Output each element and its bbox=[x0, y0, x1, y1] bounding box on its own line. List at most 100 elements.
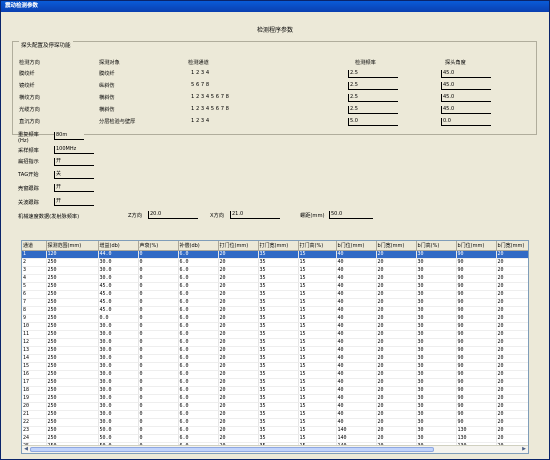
table-cell[interactable]: 40 bbox=[336, 290, 377, 299]
column-header[interactable]: 通道 bbox=[22, 241, 47, 251]
table-cell[interactable]: 35 bbox=[258, 314, 299, 323]
table-cell[interactable]: 45.0 bbox=[98, 290, 139, 299]
table-cell[interactable]: 30 bbox=[416, 258, 457, 267]
table-cell[interactable]: 250 bbox=[46, 258, 99, 267]
table-cell[interactable]: 90 bbox=[456, 306, 497, 315]
table-cell[interactable]: 6.0 bbox=[178, 370, 219, 379]
table-cell[interactable]: 20 bbox=[496, 282, 528, 291]
table-cell[interactable]: 0 bbox=[138, 434, 179, 443]
table-cell[interactable]: 35 bbox=[258, 362, 299, 371]
scan-field[interactable]: 开 bbox=[54, 184, 94, 192]
table-cell[interactable]: 30.0 bbox=[98, 394, 139, 403]
table-cell[interactable]: 20 bbox=[496, 402, 528, 411]
table-cell[interactable]: 15 bbox=[298, 266, 337, 275]
table-cell[interactable]: 250 bbox=[46, 282, 99, 291]
table-cell[interactable]: 40 bbox=[336, 410, 377, 419]
table-cell[interactable]: 20 bbox=[376, 386, 417, 395]
table-cell[interactable]: 20 bbox=[496, 426, 528, 435]
table-cell[interactable]: 45.0 bbox=[98, 306, 139, 315]
table-row[interactable]: 1125030.006.020351540203090201 bbox=[22, 330, 528, 339]
table-cell[interactable]: 35 bbox=[258, 354, 299, 363]
table-cell[interactable]: 6.0 bbox=[178, 306, 219, 315]
table-cell[interactable]: 35 bbox=[258, 282, 299, 291]
table-cell[interactable]: 15 bbox=[298, 410, 337, 419]
x-field[interactable]: 21.0 bbox=[230, 211, 280, 219]
table-cell[interactable]: 0 bbox=[138, 426, 179, 435]
table-cell[interactable]: 20 bbox=[496, 266, 528, 275]
table-cell[interactable]: 40 bbox=[336, 370, 377, 379]
table-row[interactable]: 1725030.006.020351540203090201 bbox=[22, 378, 528, 387]
table-cell[interactable]: 6.0 bbox=[178, 362, 219, 371]
probe-row-frequency[interactable]: 2.5 bbox=[348, 70, 398, 78]
table-cell[interactable]: 6.0 bbox=[178, 346, 219, 355]
table-cell[interactable]: 30 bbox=[416, 290, 457, 299]
table-cell[interactable]: 35 bbox=[258, 386, 299, 395]
table-row[interactable]: 1425030.006.020351540203090201 bbox=[22, 354, 528, 363]
table-cell[interactable]: 22 bbox=[22, 418, 47, 427]
table-cell[interactable]: 140 bbox=[336, 434, 377, 443]
table-row[interactable]: 525045.006.020351540203090201 bbox=[22, 282, 528, 291]
probe-row-frequency[interactable]: 2.5 bbox=[348, 82, 398, 90]
table-cell[interactable]: 20 bbox=[496, 354, 528, 363]
table-cell[interactable]: 90 bbox=[456, 282, 497, 291]
table-cell[interactable]: 40 bbox=[336, 394, 377, 403]
table-cell[interactable]: 90 bbox=[456, 346, 497, 355]
table-cell[interactable]: 30 bbox=[416, 322, 457, 331]
table-cell[interactable]: 35 bbox=[258, 274, 299, 283]
table-cell[interactable]: 30.0 bbox=[98, 258, 139, 267]
pitch-field[interactable]: 50.0 bbox=[329, 211, 373, 219]
table-cell[interactable]: 6.0 bbox=[178, 266, 219, 275]
table-cell[interactable]: 9 bbox=[22, 314, 47, 323]
table-cell[interactable]: 6.0 bbox=[178, 378, 219, 387]
table-row[interactable]: 92500.006.020351540203090201 bbox=[22, 314, 528, 323]
tag-field[interactable]: 关 bbox=[54, 171, 94, 179]
table-cell[interactable]: 30 bbox=[416, 426, 457, 435]
column-header[interactable]: 增益(db) bbox=[98, 241, 139, 251]
table-cell[interactable]: 30 bbox=[416, 330, 457, 339]
table-cell[interactable]: 20 bbox=[218, 322, 259, 331]
table-cell[interactable]: 35 bbox=[258, 418, 299, 427]
table-row[interactable]: 1925030.006.020351540203090201 bbox=[22, 394, 528, 403]
table-cell[interactable]: 6.0 bbox=[178, 250, 219, 259]
tracking-field[interactable]: 开 bbox=[54, 198, 94, 206]
table-cell[interactable]: 90 bbox=[456, 314, 497, 323]
scrollbar-thumb[interactable] bbox=[30, 447, 434, 452]
table-cell[interactable]: 15 bbox=[298, 402, 337, 411]
table-cell[interactable]: 40 bbox=[336, 346, 377, 355]
table-cell[interactable]: 6.0 bbox=[178, 402, 219, 411]
table-cell[interactable]: 20 bbox=[496, 370, 528, 379]
table-cell[interactable]: 3 bbox=[22, 266, 47, 275]
table-cell[interactable]: 30 bbox=[416, 250, 457, 259]
table-cell[interactable]: 20 bbox=[376, 378, 417, 387]
table-cell[interactable]: 40 bbox=[336, 418, 377, 427]
table-cell[interactable]: 20 bbox=[496, 338, 528, 347]
table-cell[interactable]: 20 bbox=[376, 282, 417, 291]
table-cell[interactable]: 250 bbox=[46, 370, 99, 379]
table-row[interactable]: 1025030.006.020351540203090201 bbox=[22, 322, 528, 331]
table-cell[interactable]: 0 bbox=[138, 306, 179, 315]
table-cell[interactable]: 15 bbox=[22, 362, 47, 371]
table-cell[interactable]: 30 bbox=[416, 402, 457, 411]
table-cell[interactable]: 20 bbox=[376, 402, 417, 411]
table-cell[interactable]: 250 bbox=[46, 266, 99, 275]
table-cell[interactable]: 20 bbox=[496, 346, 528, 355]
table-cell[interactable]: 15 bbox=[298, 370, 337, 379]
table-cell[interactable]: 15 bbox=[298, 378, 337, 387]
table-cell[interactable]: 90 bbox=[456, 266, 497, 275]
table-cell[interactable]: 250 bbox=[46, 418, 99, 427]
table-cell[interactable]: 90 bbox=[456, 394, 497, 403]
table-cell[interactable]: 20 bbox=[376, 322, 417, 331]
table-cell[interactable]: 5 bbox=[22, 282, 47, 291]
table-cell[interactable]: 0 bbox=[138, 354, 179, 363]
table-cell[interactable]: 90 bbox=[456, 410, 497, 419]
table-cell[interactable]: 20 bbox=[496, 378, 528, 387]
table-cell[interactable]: 20 bbox=[218, 418, 259, 427]
probe-row-frequency[interactable]: 2.5 bbox=[348, 106, 398, 114]
table-cell[interactable]: 90 bbox=[456, 386, 497, 395]
table-cell[interactable]: 30.0 bbox=[98, 402, 139, 411]
table-cell[interactable]: 8 bbox=[22, 306, 47, 315]
table-cell[interactable]: 15 bbox=[298, 290, 337, 299]
table-cell[interactable]: 20 bbox=[496, 418, 528, 427]
table-cell[interactable]: 20 bbox=[376, 354, 417, 363]
table-cell[interactable]: 45.0 bbox=[98, 298, 139, 307]
